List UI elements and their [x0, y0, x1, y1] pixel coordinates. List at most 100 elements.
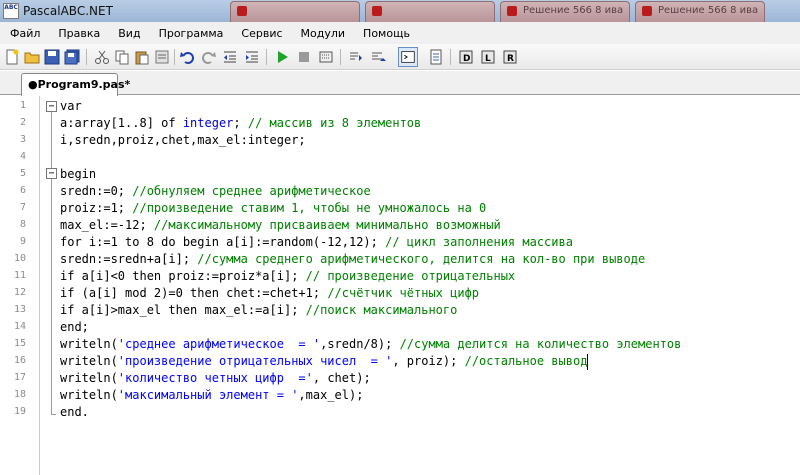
cut-icon[interactable]	[94, 49, 110, 65]
step-over-icon[interactable]	[370, 49, 386, 65]
line-number: 8	[19, 219, 26, 230]
save-icon[interactable]	[44, 49, 60, 65]
line-number: 17	[13, 372, 26, 383]
redo-icon[interactable]	[200, 49, 216, 65]
code-token: begin	[60, 167, 97, 181]
code-token: // произведение отрицательных	[305, 269, 516, 283]
code-line: if (a[i] mod 2)=0 then chet:=chet+1; //с…	[60, 285, 479, 302]
code-token: writeln(	[60, 388, 118, 402]
code-token: // цикл заполнения массива	[385, 235, 573, 249]
code-token: ,max_el);	[298, 388, 364, 402]
code-token: if (a[i] mod 2)=0 then chet:=chet+1;	[60, 286, 328, 300]
menu-help[interactable]: Помощь	[354, 27, 419, 40]
new-file-icon[interactable]	[4, 49, 20, 65]
code-token: 'максимальный элемент = '	[117, 388, 299, 402]
background-window-tab[interactable]	[365, 1, 495, 22]
code-line: writeln('среднее арифметическое = ',sred…	[60, 336, 681, 353]
background-window-tab[interactable]: Решение 566 8 ива	[635, 1, 765, 22]
app-icon: ABC	[3, 3, 19, 19]
menu-view[interactable]: Вид	[109, 27, 149, 40]
save-all-icon[interactable]	[64, 49, 80, 65]
menu-modules[interactable]: Модули	[292, 27, 355, 40]
code-editor[interactable]: 1 2 3 4 5 6 7 8 9 10 11 12 13 14 15 16 17 18 19 − − var a:a…	[0, 96, 800, 475]
code-token: max_el:=-12;	[60, 218, 154, 232]
code-token: //сумма делится на количество элементов	[399, 337, 682, 351]
paste-special-icon[interactable]	[154, 49, 170, 65]
menu-file[interactable]: Файл	[0, 27, 49, 40]
paste-icon[interactable]	[134, 49, 150, 65]
toolbar-separator	[450, 49, 451, 65]
stop-icon[interactable]	[296, 49, 312, 65]
app-favicon-icon	[507, 6, 517, 16]
code-token: if a[i]<0 then proiz:=proiz*a[i];	[60, 269, 306, 283]
code-token: writeln(	[60, 354, 118, 368]
code-line: end.	[60, 404, 89, 421]
tab-program9[interactable]: ●Program9.pas*	[21, 73, 130, 96]
menu-bar: Файл Правка Вид Программа Сервис Модули …	[0, 22, 800, 44]
code-line: writeln('количество четных цифр =', chet…	[60, 370, 371, 387]
code-token: 'произведение отрицательных чисел = '	[117, 354, 393, 368]
title-bar: ABC PascalABC.NET Решение 566 8 ива Реше…	[0, 0, 800, 22]
line-number: 1	[19, 100, 26, 111]
reference-icon[interactable]: R	[502, 49, 518, 65]
code-token: // массив из 8 элементов	[247, 116, 422, 130]
code-line: a:array[1..8] of integer; // массив из 8…	[60, 115, 421, 132]
code-token: if a[i]>max_el then max_el:=a[i];	[60, 303, 306, 317]
line-number: 16	[13, 355, 26, 366]
svg-text:D: D	[463, 54, 470, 64]
menu-service[interactable]: Сервис	[232, 27, 291, 40]
undo-icon[interactable]	[180, 49, 196, 65]
menu-edit[interactable]: Правка	[49, 27, 109, 40]
fold-toggle-icon[interactable]: −	[46, 101, 57, 112]
code-line: i,sredn,proiz,chet,max_el:integer;	[60, 132, 306, 149]
code-line: if a[i]<0 then proiz:=proiz*a[i]; // про…	[60, 268, 515, 285]
form-icon[interactable]	[428, 49, 444, 65]
code-token: var	[60, 99, 82, 113]
menu-program[interactable]: Программа	[150, 27, 233, 40]
code-token: //поиск максимального	[305, 303, 458, 317]
debug-icon[interactable]: D	[458, 49, 474, 65]
console-icon[interactable]	[398, 47, 418, 67]
line-number-gutter: 1 2 3 4 5 6 7 8 9 10 11 12 13 14 15 16 17 18 19	[0, 96, 40, 475]
run-icon[interactable]	[274, 49, 290, 65]
step-icon[interactable]	[348, 49, 364, 65]
compile-icon[interactable]	[318, 49, 334, 65]
code-line: proiz:=1; //произведение ставим 1, чтобы…	[60, 200, 486, 217]
toolbar-separator	[174, 49, 175, 65]
background-window-tab[interactable]: Решение 566 8 ива	[500, 1, 630, 22]
code-token: //счётчик чётных цифр	[327, 286, 480, 300]
background-window-tab[interactable]	[230, 1, 360, 22]
code-line: sredn:=0; //обнуляем среднее арифметичес…	[60, 183, 371, 200]
code-token: end;	[60, 320, 89, 334]
line-number: 5	[19, 168, 26, 179]
text-caret	[587, 354, 589, 370]
code-token: i,sredn,proiz,chet,max_el:integer;	[60, 133, 306, 147]
code-line: end;	[60, 319, 89, 336]
line-number: 9	[19, 236, 26, 247]
open-icon[interactable]	[24, 49, 40, 65]
code-token: for i:=1 to 8 do begin a[i]:=random(-12,…	[60, 235, 386, 249]
code-token: 'среднее арифметическое = '	[117, 337, 321, 351]
line-number: 15	[13, 338, 26, 349]
code-token: sredn:=sredn+a[i];	[60, 252, 198, 266]
code-token: ,sredn/8);	[320, 337, 400, 351]
app-favicon-icon	[372, 6, 382, 16]
code-token: proiz:=1;	[60, 201, 133, 215]
copy-icon[interactable]	[114, 49, 130, 65]
line-number: 3	[19, 134, 26, 145]
code-token: writeln(	[60, 337, 118, 351]
code-token: , proiz);	[392, 354, 465, 368]
document-tab-strip: ●Program9.pas*	[0, 71, 800, 96]
indent-icon[interactable]	[244, 49, 260, 65]
outdent-icon[interactable]	[222, 49, 238, 65]
code-token: //сумма среднего арифметического, делитс…	[197, 252, 646, 266]
code-token: //остальное вывод	[464, 354, 588, 368]
library-icon[interactable]: L	[480, 49, 496, 65]
code-line: begin	[60, 166, 96, 183]
code-line: writeln('произведение отрицательных чисе…	[60, 353, 587, 370]
code-line: var	[60, 98, 82, 115]
fold-toggle-icon[interactable]: −	[46, 168, 57, 179]
toolbar-separator	[340, 49, 341, 65]
code-token: //обнуляем среднее арифметическое	[132, 184, 371, 198]
toolbar-separator	[266, 49, 267, 65]
